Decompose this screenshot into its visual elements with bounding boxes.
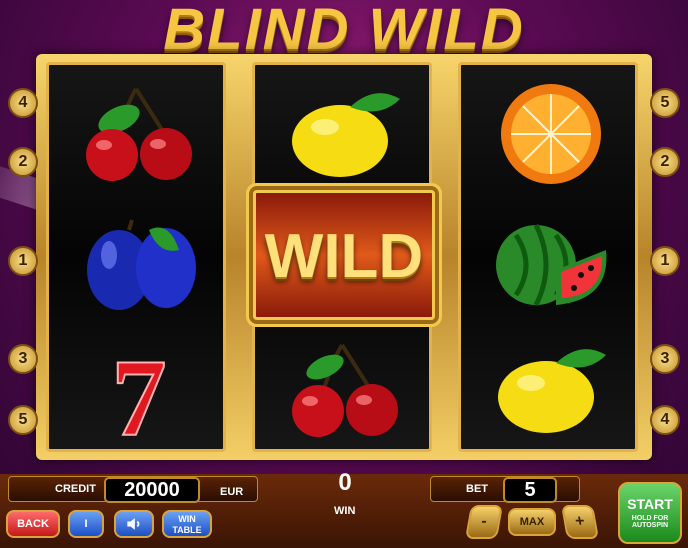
wild-symbol: WILD xyxy=(253,190,435,320)
max-bet-button[interactable]: MAX xyxy=(508,508,556,536)
lemon-symbol xyxy=(280,79,410,189)
watermelon-symbol xyxy=(486,210,616,320)
win-value: 0 xyxy=(338,469,352,496)
payline-marker-left: 1 xyxy=(8,246,38,276)
payline-marker-right: 4 xyxy=(650,405,680,435)
credit-value: 20000 xyxy=(104,477,200,503)
credit-label: CREDIT xyxy=(55,483,96,495)
bet-plus-button[interactable]: + xyxy=(561,505,599,539)
bet-label: BET xyxy=(466,483,488,495)
info-button[interactable]: I xyxy=(68,510,104,538)
speaker-icon xyxy=(127,518,140,530)
bet-minus-button[interactable]: - xyxy=(465,505,503,539)
bet-value: 5 xyxy=(503,477,557,503)
start-button[interactable]: START HOLD FOR AUTOSPIN xyxy=(618,482,682,544)
seven-symbol: 7 xyxy=(74,335,204,460)
start-sub2: AUTOSPIN xyxy=(631,522,669,529)
payline-marker-right: 3 xyxy=(650,344,680,374)
win-table-button[interactable]: WIN TABLE xyxy=(162,510,212,538)
sound-button[interactable] xyxy=(114,510,154,538)
orange-symbol xyxy=(486,79,616,189)
win-table-line1: WIN xyxy=(178,514,196,524)
win-table-line2: TABLE xyxy=(172,525,202,535)
start-label: START xyxy=(627,496,673,512)
payline-marker-right: 5 xyxy=(650,88,680,118)
back-button[interactable]: BACK xyxy=(6,510,60,538)
lemon-symbol xyxy=(486,335,616,445)
svg-text:7: 7 xyxy=(112,337,167,445)
start-sub1: HOLD FOR xyxy=(631,515,669,522)
currency-label: EUR xyxy=(220,486,244,498)
payline-marker-right: 1 xyxy=(650,246,680,276)
payline-marker-left: 4 xyxy=(8,88,38,118)
wild-label: WILD xyxy=(264,222,424,291)
cherry-symbol xyxy=(74,79,204,189)
reel-3 xyxy=(458,62,638,452)
payline-marker-right: 2 xyxy=(650,147,680,177)
plum-symbol xyxy=(74,210,204,320)
payline-marker-left: 2 xyxy=(8,147,38,177)
payline-marker-left: 5 xyxy=(8,405,38,435)
cherry-symbol xyxy=(280,335,410,445)
payline-marker-left: 3 xyxy=(8,344,38,374)
reel-1: 7 xyxy=(46,62,226,460)
win-label: WIN xyxy=(334,505,356,517)
